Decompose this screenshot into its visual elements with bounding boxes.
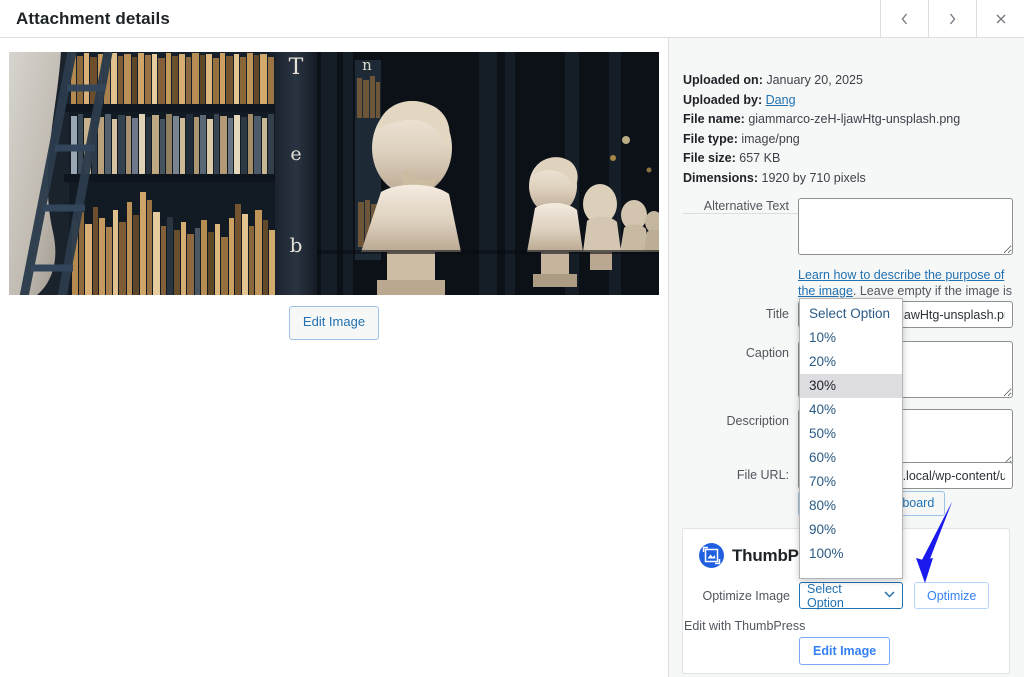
svg-text:e: e	[290, 143, 301, 165]
thumbpress-edit-image-button[interactable]: Edit Image	[799, 637, 891, 665]
dropdown-option[interactable]: 80%	[800, 494, 902, 518]
svg-text:n: n	[362, 56, 372, 74]
title-label: Title	[765, 307, 789, 321]
attachment-preview-pane: T e b n Edit Image	[0, 38, 668, 677]
file-url-label: File URL:	[736, 468, 789, 482]
dropdown-option[interactable]: 60%	[800, 446, 902, 470]
dropdown-option[interactable]: 10%	[800, 326, 902, 350]
dropdown-option[interactable]: 40%	[800, 398, 902, 422]
caption-label: Caption	[745, 346, 789, 360]
next-attachment-button[interactable]	[928, 0, 976, 37]
meta-file-type-value: image/png	[741, 131, 800, 146]
meta-file-size-label: File size:	[683, 151, 736, 165]
close-icon	[994, 12, 1008, 26]
meta-file-name: File name: giammarco-zeH-ljawHtg-unsplas…	[683, 110, 1013, 130]
meta-file-name-value: giammarco-zeH-ljawHtg-unsplash.png	[748, 112, 961, 126]
meta-uploaded-by: Uploaded by: Dang	[683, 91, 1013, 111]
close-modal-button[interactable]	[976, 0, 1024, 37]
meta-uploaded-on-value: January 20, 2025	[766, 73, 863, 87]
dropdown-option[interactable]: Select Option	[800, 302, 902, 326]
uploader-link[interactable]: Dang	[766, 93, 796, 107]
header-nav-group	[880, 0, 1024, 37]
modal-header: Attachment details	[0, 0, 1024, 38]
meta-dimensions-label: Dimensions:	[683, 170, 759, 185]
previous-attachment-button[interactable]	[880, 0, 928, 37]
meta-file-type-label: File type:	[683, 131, 738, 146]
attachment-image: T e b n	[9, 52, 659, 295]
attachment-metadata: Uploaded on: January 20, 2025 Uploaded b…	[683, 71, 1013, 188]
chevron-left-icon	[898, 11, 911, 27]
dropdown-option[interactable]: 100%	[800, 542, 902, 566]
dropdown-option[interactable]: 20%	[800, 350, 902, 374]
chevron-down-icon	[884, 590, 895, 601]
meta-dimensions-value: 1920 by 710 pixels	[761, 170, 866, 185]
thumbpress-edit-image-container: Edit Image	[683, 637, 1011, 665]
svg-text:T: T	[289, 55, 304, 80]
optimize-percentage-select[interactable]: Select Option	[799, 581, 903, 610]
dropdown-option[interactable]: 90%	[800, 518, 902, 542]
page-title: Attachment details	[16, 9, 170, 28]
edit-image-button[interactable]: Edit Image	[288, 306, 380, 340]
chevron-right-icon	[946, 11, 959, 27]
meta-uploaded-on: Uploaded on: January 20, 2025	[683, 71, 1013, 91]
meta-uploaded-on-label: Uploaded on:	[683, 73, 763, 87]
alt-text-label: Alternative Text	[703, 199, 789, 213]
thumbpress-optimize-row: Optimize Image Select Option Optimize	[683, 581, 1011, 610]
edit-image-button-container: Edit Image	[0, 306, 668, 340]
optimize-percentage-dropdown-list[interactable]: Select Option 10% 20% 30% 40% 50% 60% 70% 80% 90%…	[799, 298, 903, 579]
meta-file-size: File size: 657 KB	[683, 149, 1013, 169]
meta-uploaded-by-label: Uploaded by:	[683, 92, 763, 107]
meta-file-type: File type: image/png	[683, 130, 1013, 150]
dropdown-option[interactable]: 30%	[800, 374, 902, 398]
thumbpress-logo-icon	[699, 543, 724, 568]
edit-with-thumbpress-label: Edit with ThumbPress	[684, 619, 806, 633]
dropdown-option[interactable]: 50%	[800, 422, 902, 446]
optimize-image-label: Optimize Image	[702, 588, 790, 603]
optimize-percentage-selected-value: Select Option	[807, 581, 844, 610]
alt-text-input[interactable]	[798, 198, 1013, 255]
optimize-button[interactable]: Optimize	[914, 582, 990, 609]
meta-file-size-value: 657 KB	[739, 151, 781, 165]
meta-file-name-label: File name:	[683, 112, 745, 126]
svg-text:b: b	[290, 233, 303, 257]
meta-dimensions: Dimensions: 1920 by 710 pixels	[683, 169, 1013, 189]
dropdown-option[interactable]: 70%	[800, 470, 902, 494]
